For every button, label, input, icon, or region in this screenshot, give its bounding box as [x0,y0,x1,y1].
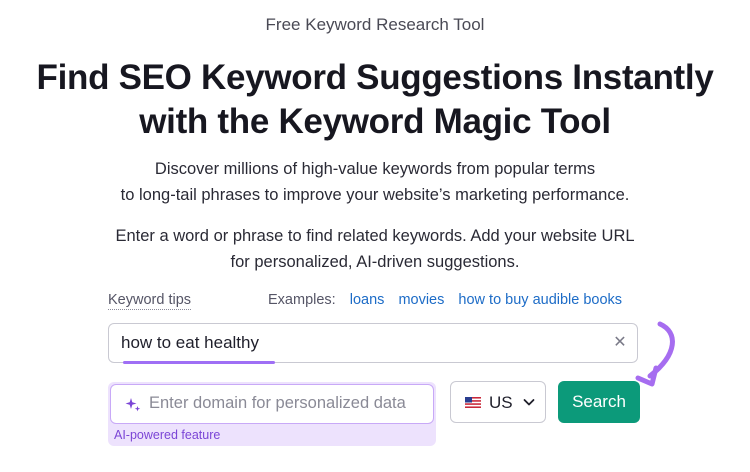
instructions-line2: for personalized, AI-driven suggestions. [230,253,520,271]
domain-input-wrapper: AI-powered feature [108,382,436,446]
eyebrow-text: Free Keyword Research Tool [265,15,485,34]
example-link-loans[interactable]: loans [350,292,385,308]
instructions-line1: Enter a word or phrase to find related k… [115,227,635,245]
tips-row: Keyword tips Examples: loans movies how … [108,292,648,314]
example-link-audible-books[interactable]: how to buy audible books [458,292,622,308]
chevron-down-icon [523,399,535,406]
domain-input-box [110,384,434,424]
keyword-input-underline [123,361,275,364]
intro-line1: Discover millions of high-value keywords… [154,160,596,178]
examples-label: Examples: [268,292,336,308]
examples-list: Examples: loans movies how to buy audibl… [268,292,632,308]
example-link-movies[interactable]: movies [398,292,444,308]
us-flag-icon [465,397,481,408]
instructions-text: Enter a word or phrase to find related k… [0,223,750,275]
page-title: Find SEO Keyword Suggestions Instantly w… [0,56,750,144]
keyword-tips-link[interactable]: Keyword tips [108,292,192,310]
keyword-input[interactable] [121,324,591,362]
intro-line2: to long-tail phrases to improve your web… [120,186,630,204]
sparkle-icon [125,398,141,412]
intro-description: Discover millions of high-value keywords… [0,156,750,208]
country-label: US [489,393,513,412]
keyword-search-box: ✕ [108,323,638,364]
page-title-line1: Find SEO Keyword Suggestions Instantly [36,58,714,97]
country-select[interactable]: US [450,381,546,423]
arrow-icon [635,321,675,387]
ai-feature-label: AI-powered feature [114,428,221,442]
domain-input[interactable] [149,385,429,422]
page-title-line2: with the Keyword Magic Tool [139,102,611,141]
